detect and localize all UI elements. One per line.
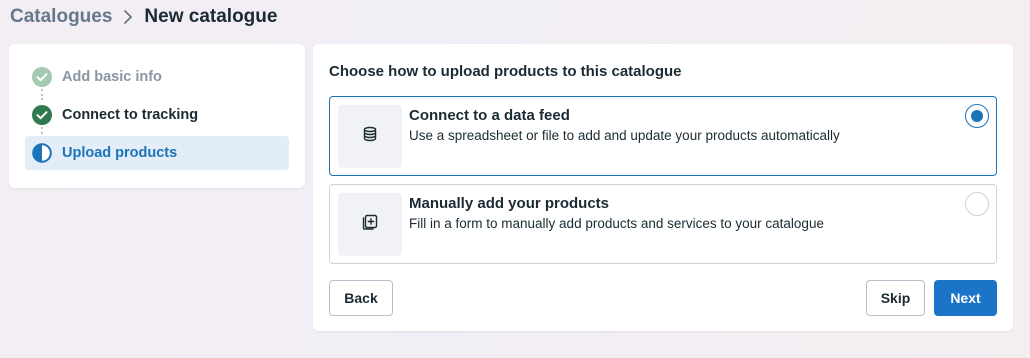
step-label: Connect to tracking — [62, 107, 199, 123]
step-connect-to-tracking[interactable]: Connect to tracking — [25, 98, 289, 132]
option-description: Fill in a form to manually add products … — [409, 216, 824, 231]
skip-button[interactable]: Skip — [866, 280, 925, 316]
page-title: New catalogue — [144, 6, 278, 27]
check-circle-icon — [32, 67, 52, 87]
step-label: Add basic info — [62, 69, 162, 85]
half-circle-progress-icon — [32, 143, 52, 163]
option-data-feed[interactable]: Connect to a data feed Use a spreadsheet… — [329, 96, 997, 176]
check-circle-icon — [32, 105, 52, 125]
chevron-right-icon — [122, 9, 134, 25]
steps-panel: Add basic info Connect to tracking Uploa… — [9, 44, 305, 188]
step-upload-products[interactable]: Upload products — [25, 136, 289, 170]
back-button[interactable]: Back — [329, 280, 393, 316]
upload-method-card: Choose how to upload products to this ca… — [313, 44, 1013, 331]
database-icon — [362, 126, 378, 147]
next-button[interactable]: Next — [934, 280, 997, 316]
breadcrumb-catalogues-link[interactable]: Catalogues — [10, 6, 112, 28]
option-title: Connect to a data feed — [409, 107, 570, 124]
step-label: Upload products — [62, 145, 178, 161]
option-icon-box — [338, 193, 402, 256]
add-item-icon — [361, 213, 379, 236]
section-title: Choose how to upload products to this ca… — [329, 63, 682, 80]
option-description: Use a spreadsheet or file to add and upd… — [409, 128, 840, 143]
option-icon-box — [338, 105, 402, 168]
breadcrumb: Catalogues New catalogue — [10, 6, 277, 28]
radio-data-feed[interactable] — [965, 104, 989, 128]
step-add-basic-info[interactable]: Add basic info — [25, 60, 289, 94]
radio-manual-add[interactable] — [965, 192, 989, 216]
option-title: Manually add your products — [409, 195, 610, 212]
option-manual-add[interactable]: Manually add your products Fill in a for… — [329, 184, 997, 264]
